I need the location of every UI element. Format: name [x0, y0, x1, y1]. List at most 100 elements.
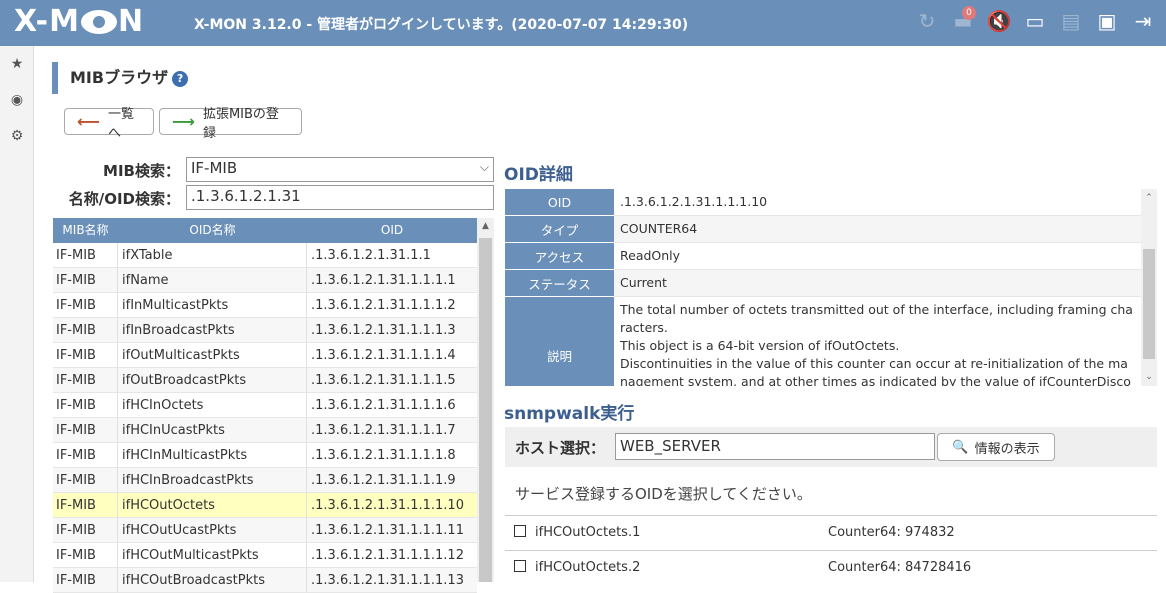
cell-oid: .1.3.6.1.2.1.31.1.1.1.4 [311, 348, 456, 363]
detail-row: 説明 The total number of octets transmitted… [505, 297, 1141, 386]
cell-oid-name: ifHCInUcastPkts [118, 418, 307, 442]
cell-oid-name: ifHCInMulticastPkts [118, 443, 307, 467]
detail-value: The total number of octets transmitted o… [614, 297, 1141, 386]
cell-oid: .1.3.6.1.2.1.31.1.1 [311, 248, 431, 263]
cell-oid-name: ifHCOutBroadcastPkts [118, 568, 307, 592]
col-oid[interactable]: OID [307, 218, 477, 243]
mute-icon[interactable]: 🔇 [984, 6, 1014, 36]
table-row[interactable]: IF-MIB ifHCInUcastPkts .1.3.6.1.2.1.31.1.1… [53, 418, 477, 443]
logo-eye-icon [81, 9, 117, 34]
scroll-thumb[interactable] [1143, 249, 1155, 359]
col-oid-name[interactable]: OID名称 [118, 218, 307, 243]
cell-mib-name: IF-MIB [53, 293, 118, 317]
table-row[interactable]: IF-MIB ifOutMulticastPkts .1.3.6.1.2.1.31.… [53, 343, 477, 368]
result-checkbox[interactable] [514, 525, 526, 537]
cell-oid-name: ifInBroadcastPkts [118, 318, 307, 342]
cell-oid: .1.3.6.1.2.1.31.1.1.1.13 [311, 573, 464, 588]
inbox-icon[interactable]: ▬ 0 [948, 6, 978, 36]
cell-mib-name: IF-MIB [53, 368, 118, 392]
search-icon: 🔍 [952, 439, 969, 455]
scroll-down-icon[interactable]: ⌄ [1141, 372, 1157, 382]
result-oid-name: ifHCOutOctets.2 [535, 560, 641, 575]
result-row: ifHCOutOctets.1 Counter64: 974832 [505, 515, 1157, 549]
table-row[interactable]: IF-MIB ifHCOutBroadcastPkts .1.3.6.1.2.1.3… [53, 568, 477, 593]
host-select-input[interactable]: WEB_SERVER [615, 433, 935, 460]
xmon-logo[interactable]: X-M N [14, 4, 144, 39]
col-mib-name[interactable]: MIB名称 [53, 218, 118, 243]
detail-value: COUNTER64 [614, 216, 1141, 243]
name-oid-search-input[interactable]: .1.3.6.1.2.1.31 [186, 185, 494, 210]
cell-oid: .1.3.6.1.2.1.31.1.1.1.7 [311, 423, 456, 438]
table-scrollbar[interactable]: ▲ [477, 218, 494, 582]
result-checkbox[interactable] [514, 560, 526, 572]
result-row: ifHCOutOctets.2 Counter64: 84728416 [505, 550, 1157, 584]
table-row[interactable]: IF-MIB ifName .1.3.6.1.2.1.31.1.1.1.1 [53, 268, 477, 293]
table-row[interactable]: IF-MIB ifInMulticastPkts .1.3.6.1.2.1.31.1… [53, 293, 477, 318]
cast-icon[interactable]: ▭ [1020, 6, 1050, 36]
oid-detail-table: OID .1.3.6.1.2.1.31.1.1.1.10 タイプ COUNTER64 ア… [505, 189, 1141, 386]
logout-icon[interactable]: ⇥ [1128, 6, 1158, 36]
star-icon[interactable]: ★ [0, 46, 34, 82]
cell-oid: .1.3.6.1.2.1.31.1.1.1.5 [311, 373, 456, 388]
cell-mib-name: IF-MIB [53, 443, 118, 467]
cell-oid-name: ifOutMulticastPkts [118, 343, 307, 367]
back-to-list-button[interactable]: ⟵ 一覧へ [64, 107, 154, 141]
table-row[interactable]: IF-MIB ifHCOutUcastPkts .1.3.6.1.2.1.31.1.… [53, 518, 477, 543]
back-button-label: 一覧へ [107, 106, 134, 141]
gear-icon[interactable]: ⚙ [0, 118, 34, 154]
mib-table: MIB名称 OID名称 OID IF-MIB ifXTable .1.3.6.1.2… [53, 218, 477, 593]
host-select-bar: ホスト選択： WEB_SERVER 🔍 情報の表示 [505, 427, 1157, 467]
table-row[interactable]: IF-MIB ifHCOutOctets .1.3.6.1.2.1.31.1.1.1… [53, 493, 477, 518]
detail-key: 説明 [505, 297, 614, 386]
detail-value: Current [614, 270, 1141, 297]
cell-oid: .1.3.6.1.2.1.31.1.1.1.9 [311, 473, 456, 488]
table-row[interactable]: IF-MIB ifXTable .1.3.6.1.2.1.31.1.1 [53, 243, 477, 268]
refresh-icon[interactable]: ↻ [912, 6, 942, 36]
detail-scrollbar[interactable]: ⌃ ⌄ [1141, 189, 1157, 386]
table-row[interactable]: IF-MIB ifHCInBroadcastPkts .1.3.6.1.2.1.31… [53, 468, 477, 493]
snmpwalk-title: snmpwalk実行 [504, 404, 635, 424]
cell-oid-name: ifHCOutUcastPkts [118, 518, 307, 542]
help-icon[interactable]: ▣ [1092, 6, 1122, 36]
cell-oid: .1.3.6.1.2.1.31.1.1.1.11 [311, 523, 464, 538]
cell-mib-name: IF-MIB [53, 568, 118, 592]
arrow-right-icon: ⟶ [172, 112, 195, 131]
cell-mib-name: IF-MIB [53, 243, 118, 267]
scroll-up-icon[interactable]: ⌃ [1141, 193, 1157, 203]
cell-mib-name: IF-MIB [53, 268, 118, 292]
page-title-text: MIBブラウザ [70, 68, 169, 87]
cell-oid-name: ifHCInBroadcastPkts [118, 468, 307, 492]
name-oid-search-label: 名称/OID検索： [68, 190, 180, 208]
table-row[interactable]: IF-MIB ifHCOutMulticastPkts .1.3.6.1.2.1.3… [53, 543, 477, 568]
register-button-label: 拡張MIBの登録 [202, 106, 279, 141]
mib-search-select[interactable]: IF-MIB ⌵ [186, 157, 494, 182]
detail-row: アクセス ReadOnly [505, 243, 1141, 270]
show-info-button[interactable]: 🔍 情報の表示 [937, 433, 1055, 461]
cell-oid-name: ifHCInOctets [118, 393, 307, 417]
cell-oid-name: ifHCOutMulticastPkts [118, 543, 307, 567]
cell-oid-name: ifOutBroadcastPkts [118, 368, 307, 392]
cell-oid: .1.3.6.1.2.1.31.1.1.1.10 [311, 498, 464, 513]
eye-icon[interactable]: ◉ [0, 82, 34, 118]
scroll-thumb[interactable] [479, 238, 492, 582]
detail-value: .1.3.6.1.2.1.31.1.1.1.10 [614, 189, 1141, 216]
cell-oid: .1.3.6.1.2.1.31.1.1.1.1 [311, 273, 456, 288]
cell-oid-name: ifHCOutOctets [118, 493, 307, 517]
mib-search-label: MIB検索： [103, 162, 180, 180]
table-row[interactable]: IF-MIB ifOutBroadcastPkts .1.3.6.1.2.1.31.… [53, 368, 477, 393]
table-row[interactable]: IF-MIB ifHCInOctets .1.3.6.1.2.1.31.1.1.1.… [53, 393, 477, 418]
oid-detail-title: OID詳細 [504, 165, 573, 185]
cell-mib-name: IF-MIB [53, 493, 118, 517]
help-icon[interactable]: ? [172, 70, 189, 87]
cell-mib-name: IF-MIB [53, 468, 118, 492]
register-mib-button[interactable]: ⟶ 拡張MIBの登録 [159, 107, 302, 141]
cell-oid-name: ifName [118, 268, 307, 292]
table-row[interactable]: IF-MIB ifHCInMulticastPkts .1.3.6.1.2.1.31… [53, 443, 477, 468]
cell-oid: .1.3.6.1.2.1.31.1.1.1.8 [311, 448, 456, 463]
result-value: Counter64: 974832 [828, 525, 955, 540]
server-icon[interactable]: ▤ [1056, 6, 1086, 36]
scroll-up-icon[interactable]: ▲ [477, 221, 494, 231]
cell-oid: .1.3.6.1.2.1.31.1.1.1.12 [311, 548, 464, 563]
table-row[interactable]: IF-MIB ifInBroadcastPkts .1.3.6.1.2.1.31.1… [53, 318, 477, 343]
detail-key: アクセス [505, 243, 614, 270]
